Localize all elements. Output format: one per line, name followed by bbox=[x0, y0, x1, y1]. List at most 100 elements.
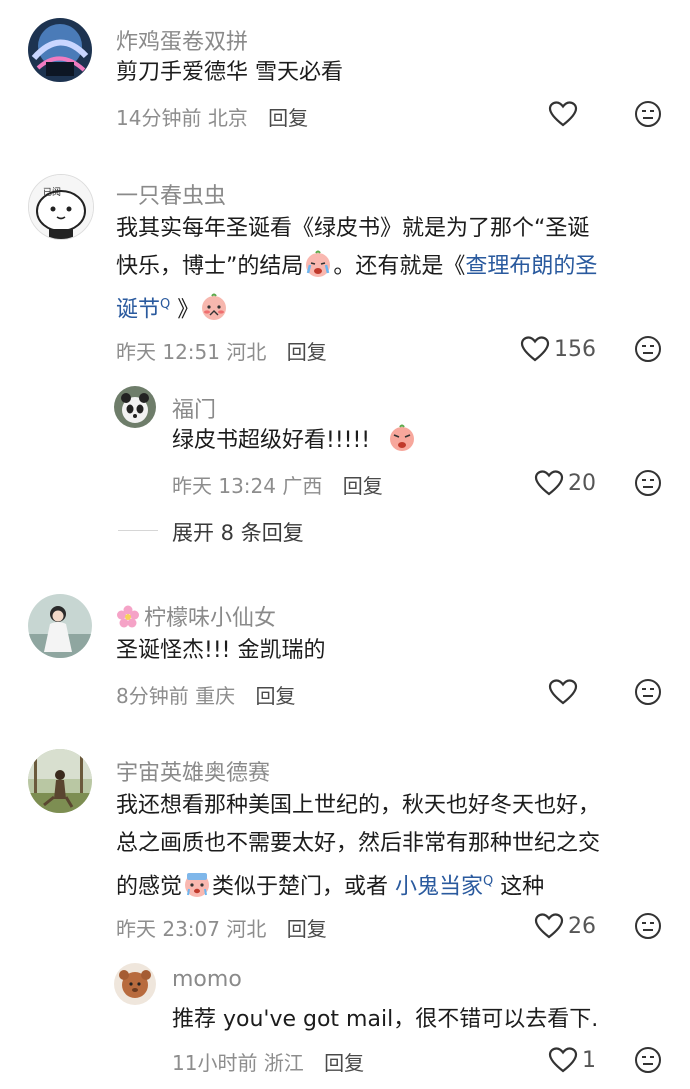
dislike-button[interactable] bbox=[634, 678, 662, 706]
comment-line: 快乐，博士”的结局 。还有就是《查理布朗的圣 bbox=[116, 248, 676, 286]
reply-button[interactable]: 回复 bbox=[287, 917, 327, 941]
comment-1: 炸鸡蛋卷双拼 剪刀手爱德华 雪天必看 14分钟前 北京 回复 bbox=[0, 0, 690, 140]
svg-text:已阅: 已阅 bbox=[43, 187, 61, 198]
location: 河北 bbox=[226, 917, 267, 941]
heart-outline-icon bbox=[534, 913, 564, 939]
dislike-button[interactable] bbox=[634, 912, 662, 940]
comment-line-part: 快乐，博士”的结局 bbox=[116, 254, 304, 279]
comment-meta: 昨天 12:51 河北 回复 bbox=[116, 336, 327, 365]
reply-username[interactable]: momo bbox=[172, 967, 242, 992]
dislike-button[interactable] bbox=[634, 1046, 662, 1074]
comment-line: 诞节Q 》 bbox=[116, 286, 676, 329]
heart-outline-icon bbox=[548, 101, 578, 127]
timestamp: 14分钟前 bbox=[116, 106, 202, 130]
username[interactable]: 宇宙英雄奥德赛 bbox=[116, 755, 270, 787]
comment-meta: 8分钟前 重庆 回复 bbox=[116, 680, 295, 709]
username[interactable]: 一只春虫虫 bbox=[116, 178, 226, 210]
like-button[interactable]: 1 bbox=[548, 1046, 596, 1074]
heart-outline-icon bbox=[548, 1047, 578, 1073]
location: 河北 bbox=[226, 340, 267, 364]
timestamp: 11小时前 bbox=[172, 1051, 258, 1075]
location: 北京 bbox=[207, 106, 248, 130]
comment-line-part: 。还有就是《 bbox=[333, 254, 466, 279]
reply-button[interactable]: 回复 bbox=[268, 106, 308, 130]
comment-text: 剪刀手爱德华 雪天必看 bbox=[116, 60, 343, 85]
flower-icon bbox=[117, 605, 139, 628]
timestamp: 昨天 12:51 bbox=[116, 340, 220, 364]
comment-meta: 昨天 23:07 河北 回复 bbox=[116, 913, 327, 942]
expand-replies-button[interactable]: 展开 8 条回复 bbox=[172, 517, 304, 547]
avatar[interactable] bbox=[28, 18, 92, 82]
avatar-image bbox=[28, 749, 92, 813]
comment-line-part: 》 bbox=[177, 297, 200, 323]
neutral-face-icon bbox=[635, 679, 661, 705]
avatar-image bbox=[114, 963, 156, 1005]
dislike-button[interactable] bbox=[634, 100, 662, 128]
comment-text: 我其实每年圣诞看《绿皮书》就是为了那个“圣诞 快乐，博士”的结局 。还有就是《查理… bbox=[116, 210, 676, 329]
timestamp: 8分钟前 bbox=[116, 684, 189, 708]
avatar-image bbox=[114, 386, 156, 428]
like-count: 156 bbox=[554, 336, 596, 362]
avatar-image: 已阅 bbox=[29, 175, 93, 239]
neutral-face-icon bbox=[635, 470, 661, 496]
comment-3: 柠檬味小仙女 圣诞怪杰!!! 金凯瑞的 8分钟前 重庆 回复 bbox=[0, 580, 690, 720]
reply-avatar[interactable] bbox=[114, 963, 156, 1005]
search-icon: Q bbox=[160, 297, 171, 312]
like-button[interactable]: 20 bbox=[534, 469, 596, 497]
comment-text: 我还想看那种美国上世纪的，秋天也好冬天也好， 总之画质也不需要太好，然后非常有那… bbox=[116, 787, 676, 906]
comment-line-part: 的感觉 bbox=[116, 874, 183, 900]
comment-line: 我还想看那种美国上世纪的，秋天也好冬天也好， bbox=[116, 793, 601, 818]
comment-line: 我其实每年圣诞看《绿皮书》就是为了那个“圣诞 bbox=[116, 216, 590, 241]
neutral-face-icon bbox=[635, 101, 661, 127]
comment-line-part: 这种 bbox=[500, 874, 545, 900]
timestamp: 昨天 13:24 bbox=[172, 474, 276, 498]
avatar-image bbox=[28, 18, 92, 82]
username-text: 柠檬味小仙女 bbox=[144, 606, 277, 631]
reply-button[interactable]: 回复 bbox=[287, 340, 327, 364]
dislike-button[interactable] bbox=[634, 335, 662, 363]
neutral-face-icon bbox=[635, 336, 661, 362]
angry-emoji-icon bbox=[390, 424, 415, 451]
heart-outline-icon bbox=[520, 336, 550, 362]
like-button[interactable] bbox=[548, 678, 578, 706]
reply-avatar[interactable] bbox=[114, 386, 156, 428]
like-button[interactable]: 156 bbox=[520, 335, 596, 363]
reply-text: 推荐 you've got mail，很不错可以去看下. bbox=[172, 1007, 599, 1032]
movie-link[interactable]: 小鬼当家 bbox=[395, 874, 483, 899]
reply-button[interactable]: 回复 bbox=[324, 1051, 364, 1075]
like-button[interactable] bbox=[548, 100, 578, 128]
location: 重庆 bbox=[195, 684, 236, 708]
neutral-face-icon bbox=[635, 913, 661, 939]
username[interactable]: 柠檬味小仙女 bbox=[116, 600, 276, 632]
scared-emoji-icon bbox=[185, 873, 210, 898]
comment-line-part: 类似于楚门，或者 bbox=[212, 874, 389, 900]
reply-button[interactable]: 回复 bbox=[343, 474, 383, 498]
reply-username[interactable]: 福门 bbox=[172, 392, 216, 424]
heart-outline-icon bbox=[548, 679, 578, 705]
movie-link[interactable]: 查理布朗的圣 bbox=[465, 254, 597, 279]
like-button[interactable]: 26 bbox=[534, 912, 596, 940]
reply-meta: 11小时前 浙江 回复 bbox=[172, 1047, 364, 1076]
reply-button[interactable]: 回复 bbox=[255, 684, 295, 708]
location: 浙江 bbox=[263, 1051, 304, 1075]
reply-text-content: 绿皮书超级好看!!!!! bbox=[172, 428, 371, 453]
comment-text: 圣诞怪杰!!! 金凯瑞的 bbox=[116, 638, 326, 663]
dislike-button[interactable] bbox=[634, 469, 662, 497]
avatar[interactable] bbox=[28, 594, 92, 658]
avatar[interactable]: 已阅 bbox=[28, 174, 94, 240]
shy-emoji-icon bbox=[202, 293, 227, 321]
comment-4: 宇宙英雄奥德赛 我还想看那种美国上世纪的，秋天也好冬天也好， 总之画质也不需要太… bbox=[0, 735, 690, 1089]
reply-text: 绿皮书超级好看!!!!! bbox=[172, 422, 417, 460]
movie-link[interactable]: 诞节 bbox=[116, 297, 160, 322]
expand-divider bbox=[118, 530, 158, 531]
comment-line: 的感觉 类似于楚门，或者 小鬼当家Q 这种 bbox=[116, 863, 676, 906]
reply-meta: 昨天 13:24 广西 回复 bbox=[172, 470, 383, 499]
username[interactable]: 炸鸡蛋卷双拼 bbox=[116, 24, 248, 56]
comment-line: 总之画质也不需要太好，然后非常有那种世纪之交 bbox=[116, 831, 601, 856]
neutral-face-icon bbox=[635, 1047, 661, 1073]
like-count: 26 bbox=[568, 913, 596, 939]
avatar[interactable] bbox=[28, 749, 92, 813]
location: 广西 bbox=[282, 474, 323, 498]
like-count: 1 bbox=[582, 1047, 596, 1073]
avatar-image bbox=[28, 594, 92, 658]
